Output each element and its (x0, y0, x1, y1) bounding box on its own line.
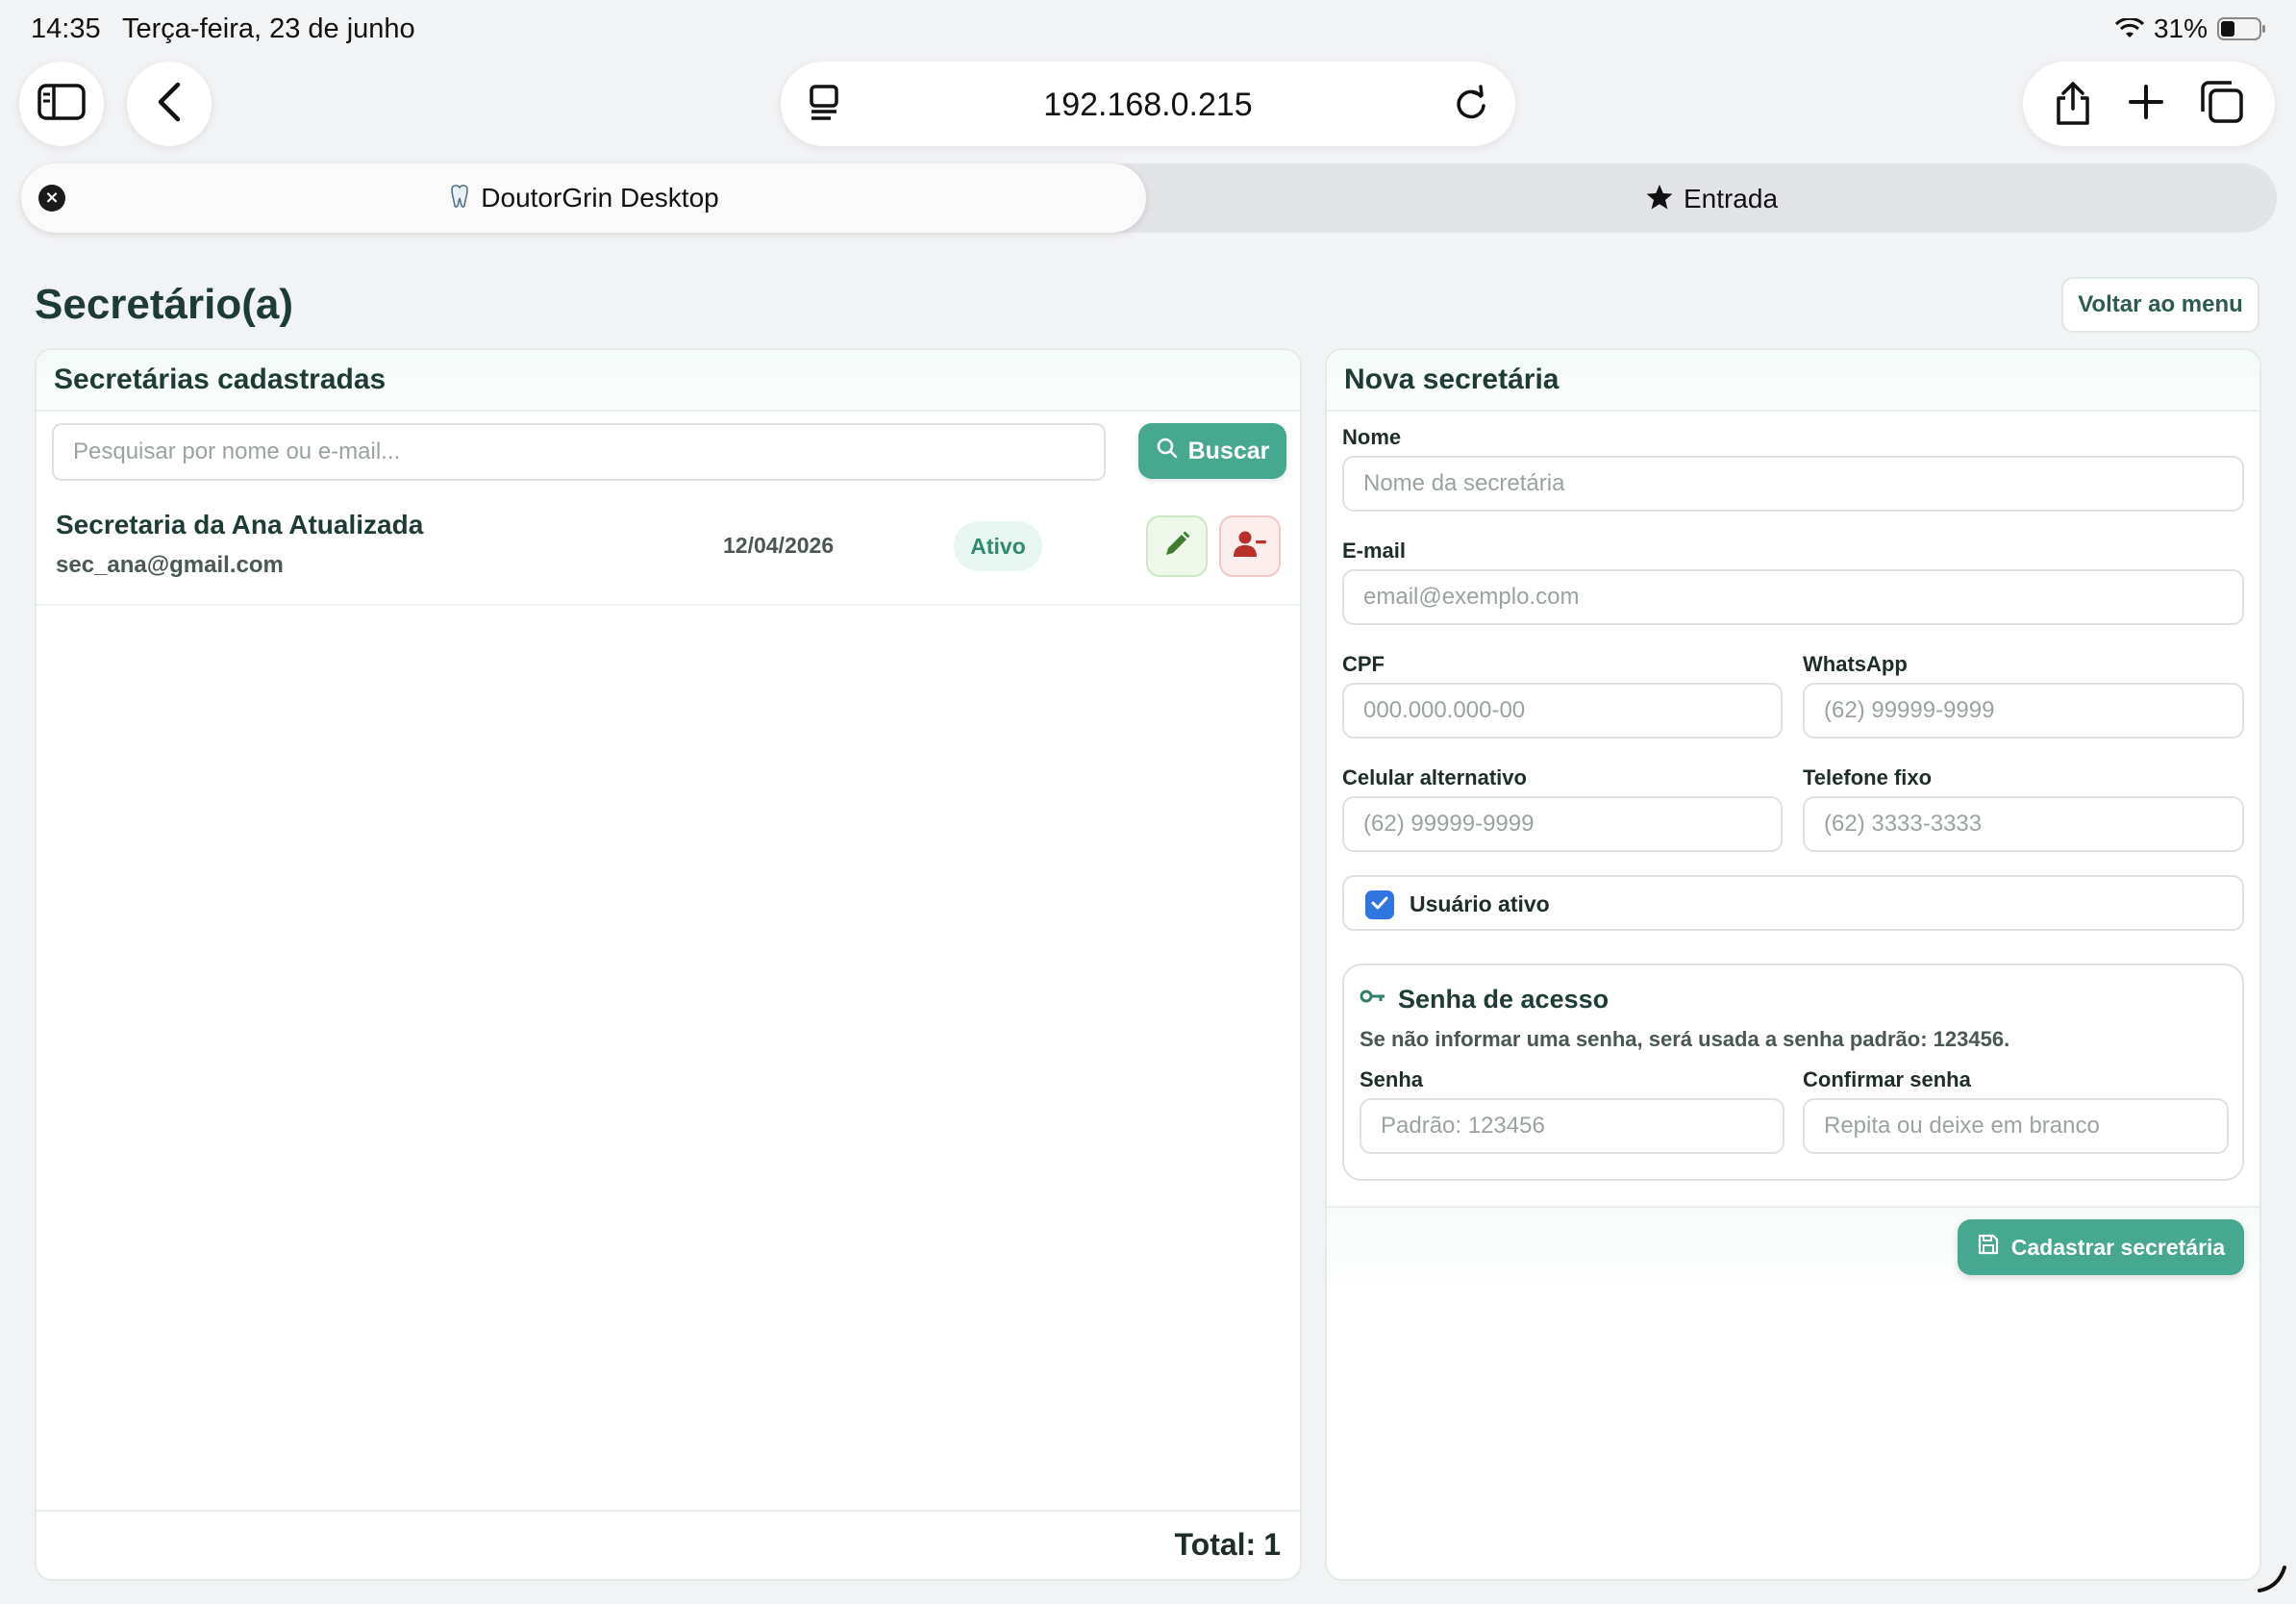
confirmar-senha-input[interactable] (1803, 1098, 2229, 1154)
sidebar-icon (37, 83, 86, 126)
back-to-menu-button[interactable]: Voltar ao menu (2061, 277, 2259, 333)
whatsapp-label: WhatsApp (1803, 652, 1908, 676)
active-checkbox[interactable] (1365, 890, 1394, 919)
back-button[interactable] (127, 62, 212, 146)
battery-percent: 31% (2153, 13, 2208, 43)
list-panel-title: Secretárias cadastradas (37, 350, 1300, 412)
password-section-title: Senha de acesso (1398, 985, 1610, 1014)
key-icon (1360, 987, 1386, 1011)
cpf-label: CPF (1342, 652, 1385, 676)
celular-label: Celular alternativo (1342, 765, 1527, 789)
remove-user-button[interactable] (1219, 515, 1281, 577)
password-section: Senha de acesso Se não informar uma senh… (1342, 964, 2244, 1181)
register-secretary-button[interactable]: Cadastrar secretária (1958, 1219, 2244, 1275)
page-title: Secretário(a) (35, 281, 294, 328)
reload-icon[interactable] (1452, 83, 1490, 130)
user-remove-icon (1234, 530, 1266, 564)
battery-icon (2217, 16, 2267, 41)
resize-handle-icon[interactable] (2256, 1564, 2288, 1597)
tabs-icon[interactable] (2198, 78, 2246, 131)
back-chevron-icon (155, 81, 184, 128)
secretary-email: sec_ana@gmail.com (56, 552, 284, 578)
tab-strip: × DoutorGrin Desktop Entrada (21, 163, 2277, 233)
form-panel-title: Nova secretária (1327, 350, 2259, 412)
status-date: Terça-feira, 23 de junho (122, 13, 415, 44)
secretary-name: Secretaria da Ana Atualizada (56, 510, 424, 539)
check-icon (1369, 892, 1390, 918)
tab-doutorgrin[interactable]: × DoutorGrin Desktop (21, 163, 1146, 233)
favicon-icon (448, 184, 471, 215)
sidebar-button[interactable] (19, 62, 104, 146)
total-label: Total: (1174, 1527, 1257, 1562)
form-actions: Cadastrar secretária (1327, 1206, 2259, 1291)
tab-title: Entrada (1683, 183, 1779, 213)
tab-entrada[interactable]: Entrada (1146, 163, 2277, 233)
status-badge: Ativo (954, 521, 1042, 571)
telefone-label: Telefone fixo (1803, 765, 1933, 789)
save-icon (1977, 1233, 2000, 1262)
edit-button[interactable] (1146, 515, 1208, 577)
secretaries-list-panel: Secretárias cadastradas Buscar Secretari… (35, 348, 1302, 1581)
whatsapp-input[interactable] (1803, 683, 2244, 739)
plus-icon[interactable] (2125, 81, 2167, 128)
list-footer: Total: 1 (37, 1510, 1300, 1579)
new-secretary-form-panel: Nova secretária Nome E-mail CPF WhatsApp… (1325, 348, 2261, 1581)
secretary-date: 12/04/2026 (723, 533, 835, 558)
pencil-icon (1161, 529, 1192, 564)
wifi-icon (2114, 18, 2144, 39)
telefone-input[interactable] (1803, 796, 2244, 852)
email-input[interactable] (1342, 569, 2244, 625)
table-row: Secretaria da Ana Atualizada sec_ana@gma… (37, 492, 1300, 606)
search-input[interactable] (52, 423, 1106, 481)
browser-toolbar: 192.168.0.215 (0, 60, 2296, 148)
register-button-label: Cadastrar secretária (2010, 1234, 2226, 1260)
active-user-toggle[interactable]: Usuário ativo (1342, 875, 2244, 931)
share-icon[interactable] (2052, 77, 2094, 132)
star-icon (1645, 183, 1674, 218)
celular-input[interactable] (1342, 796, 1783, 852)
search-icon (1156, 437, 1179, 466)
senha-label: Senha (1360, 1067, 1424, 1091)
status-bar: 14:35 Terça-feira, 23 de junho 31% (0, 0, 2296, 60)
cpf-input[interactable] (1342, 683, 1783, 739)
search-row: Buscar (52, 423, 1288, 481)
status-time: 14:35 (31, 13, 101, 44)
toolbar-actions (2023, 62, 2275, 146)
active-checkbox-label: Usuário ativo (1410, 891, 1550, 916)
total-count: Total: 1 (1166, 1527, 1281, 1563)
nome-input[interactable] (1342, 456, 2244, 512)
nome-label: Nome (1342, 425, 1402, 449)
url-text: 192.168.0.215 (1043, 87, 1253, 123)
url-bar[interactable]: 192.168.0.215 (781, 62, 1515, 146)
senha-input[interactable] (1360, 1098, 1784, 1154)
email-label: E-mail (1342, 539, 1407, 563)
tab-title: DoutorGrin Desktop (481, 183, 719, 213)
search-button-label: Buscar (1187, 437, 1270, 464)
total-value: 1 (1263, 1527, 1281, 1562)
confirmar-senha-label: Confirmar senha (1803, 1067, 1971, 1091)
password-hint: Se não informar uma senha, será usada a … (1360, 1027, 2010, 1051)
search-button[interactable]: Buscar (1138, 423, 1286, 479)
status-indicators: 31% (2114, 13, 2267, 44)
